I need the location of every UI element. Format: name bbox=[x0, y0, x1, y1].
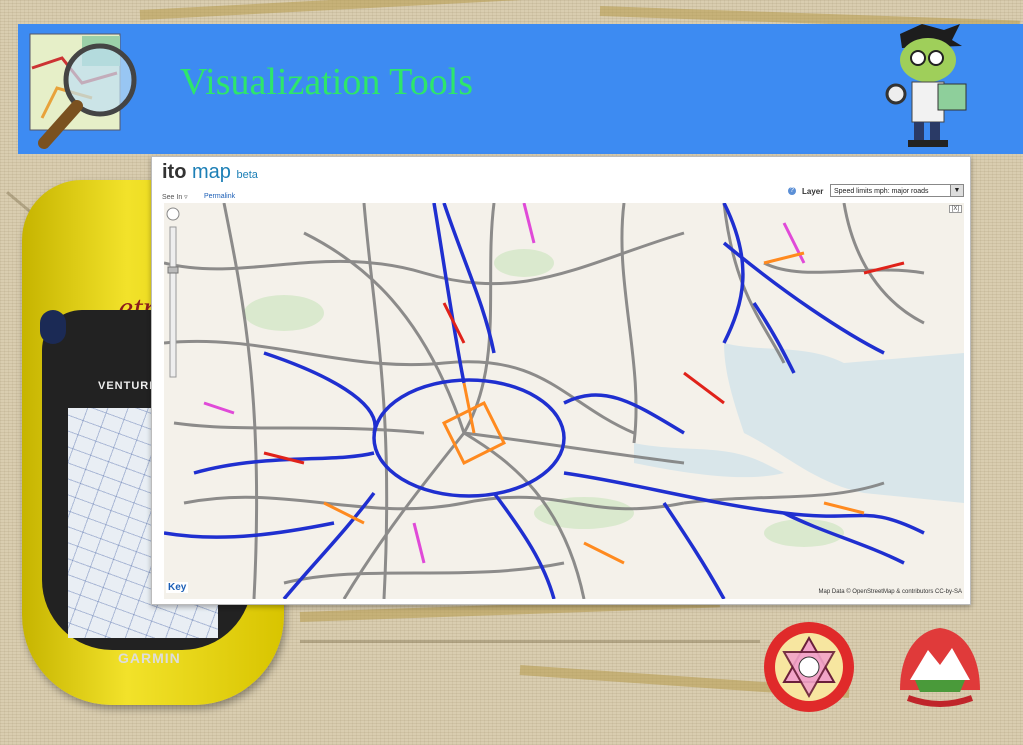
bg-line bbox=[300, 640, 760, 643]
layer-select[interactable]: Speed limits mph: major roads ▼ bbox=[830, 184, 964, 197]
chevron-down-icon[interactable]: ▼ bbox=[950, 185, 963, 196]
university-emblem-icon bbox=[764, 622, 854, 712]
road-network-map bbox=[164, 203, 964, 599]
nepal-emblem-icon bbox=[900, 628, 980, 707]
sea-area bbox=[724, 343, 964, 503]
itomap-logo-map: map bbox=[192, 161, 231, 183]
mascot-icon bbox=[885, 24, 967, 147]
itomap-logo[interactable]: ito map beta bbox=[162, 161, 258, 184]
itomap-window: ito map beta See In ▿ Permalink ? Layer … bbox=[151, 156, 971, 605]
itomap-logo-ito: ito bbox=[162, 161, 187, 183]
help-icon[interactable]: ? bbox=[788, 187, 796, 195]
slide-title: Visualization Tools bbox=[180, 61, 474, 103]
map-canvas[interactable] bbox=[164, 203, 964, 599]
layer-label: Layer bbox=[802, 187, 824, 196]
see-in-dropdown[interactable]: See In ▿ bbox=[162, 193, 188, 201]
gps-brand-text: GARMIN bbox=[118, 650, 181, 666]
gps-button bbox=[40, 310, 66, 344]
fullscreen-button[interactable]: [X] bbox=[948, 205, 962, 213]
permalink-link[interactable]: Permalink bbox=[204, 193, 235, 200]
layer-select-value: Speed limits mph: major roads bbox=[834, 188, 929, 195]
gps-model-text: VENTURE bbox=[98, 380, 158, 392]
itomap-logo-beta: beta bbox=[236, 169, 258, 181]
openstreetmap-magnifier-icon bbox=[29, 33, 137, 149]
bg-tape bbox=[139, 0, 560, 20]
map-attribution: Map Data © OpenStreetMap & contributors … bbox=[818, 589, 962, 595]
key-button[interactable]: Key bbox=[166, 582, 189, 593]
zoom-slider[interactable] bbox=[166, 207, 180, 387]
